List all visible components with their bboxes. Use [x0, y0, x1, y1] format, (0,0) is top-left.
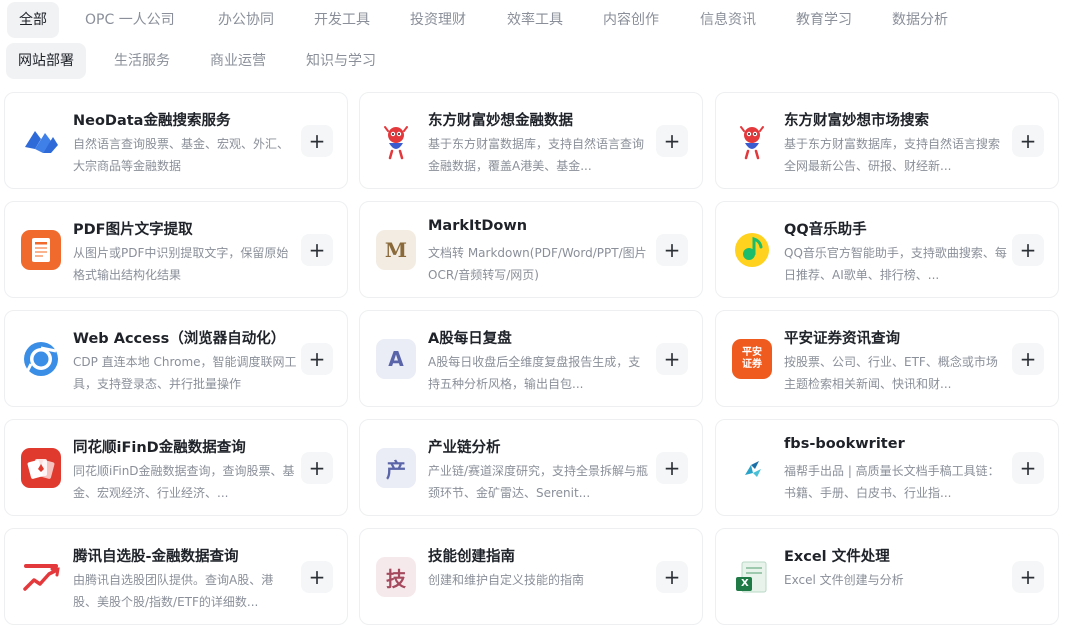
neodata-logo-icon [21, 121, 61, 161]
card-title: 技能创建指南 [428, 549, 515, 565]
tab-life[interactable]: 生活服务 [102, 43, 182, 79]
card-title: Web Access（浏览器自动化） [73, 331, 286, 347]
card-title: 产业链分析 [428, 440, 501, 456]
add-button[interactable]: + [301, 234, 333, 266]
add-button[interactable]: + [656, 561, 688, 593]
card-description: 创建和维护自定义技能的指南 [428, 573, 585, 587]
tencent-stock-logo-icon [21, 557, 61, 597]
card-description: 同花顺iFinD金融数据查询，查询股票、基金、宏观经济、行业经济、... [73, 464, 295, 500]
add-button[interactable]: + [301, 452, 333, 484]
excel-icon: X [732, 557, 772, 597]
fbs-logo-icon [732, 448, 772, 488]
add-button[interactable]: + [656, 452, 688, 484]
ths-logo-icon [21, 448, 61, 488]
card-description: 从图片或PDF中识别提取文字，保留原始格式输出结构化结果 [73, 246, 289, 282]
add-button[interactable]: + [656, 125, 688, 157]
card-title: 同花顺iFinD金融数据查询 [73, 440, 246, 456]
add-button[interactable]: + [656, 343, 688, 375]
tab-knowledge[interactable]: 知识与学习 [294, 43, 388, 79]
eastmoney-mascot-icon [732, 121, 772, 161]
skill-card-eastmoney-search[interactable]: 东方财富妙想市场搜索 基于东方财富数据库，支持自然语言搜索全网最新公告、研报、财… [715, 92, 1059, 189]
skill-card-ifind[interactable]: 同花顺iFinD金融数据查询 同花顺iFinD金融数据查询，查询股票、基金、宏观… [4, 419, 348, 516]
skill-card-tencent-stock[interactable]: 腾讯自选股-金融数据查询 由腾讯自选股团队提供。查询A股、港股、美股个股/指数/… [4, 528, 348, 625]
skill-card-pingan[interactable]: 平安 证券 平安证券资讯查询 按股票、公司、行业、ETF、概念或市场主题检索相关… [715, 310, 1059, 407]
add-button[interactable]: + [1012, 125, 1044, 157]
card-title: 东方财富妙想市场搜索 [784, 113, 929, 129]
card-title: Excel 文件处理 [784, 549, 890, 565]
card-description: 福帮手出品 | 高质量长文档手稿工具链：书籍、手册、白皮书、行业指... [784, 464, 1000, 500]
document-icon [21, 230, 61, 270]
skill-card-excel[interactable]: X Excel 文件处理 Excel 文件创建与分析 + [715, 528, 1059, 625]
card-title: QQ音乐助手 [784, 222, 867, 238]
letter-ji-icon: 技 [376, 557, 416, 597]
skill-card-a-stock-review[interactable]: A A股每日复盘 A股每日收盘后全维度复盘报告生成，支持五种分析风格，输出自包.… [359, 310, 703, 407]
skill-card-markitdown[interactable]: M MarkItDown 文档转 Markdown(PDF/Word/PPT/图… [359, 201, 703, 298]
tab-efficiency[interactable]: 效率工具 [495, 2, 575, 38]
skill-card-industry-chain[interactable]: 产 产业链分析 产业链/赛道深度研究，支持全景拆解与瓶颈环节、金矿雷达、Sere… [359, 419, 703, 516]
tab-office[interactable]: 办公协同 [206, 2, 286, 38]
add-button[interactable]: + [656, 234, 688, 266]
card-title: 东方财富妙想金融数据 [428, 113, 573, 129]
tab-education[interactable]: 教育学习 [784, 2, 864, 38]
skill-card-web-access[interactable]: Web Access（浏览器自动化） CDP 直连本地 Chrome，智能调度联… [4, 310, 348, 407]
icon-letter: 技 [386, 566, 406, 591]
card-title: A股每日复盘 [428, 331, 512, 347]
card-title: 平安证券资讯查询 [784, 331, 900, 347]
qqmusic-logo-icon [732, 230, 772, 270]
card-description: 产业链/赛道深度研究，支持全景拆解与瓶颈环节、金矿雷达、Serenit... [428, 464, 649, 500]
skill-card-eastmoney-data[interactable]: 东方财富妙想金融数据 基于东方财富数据库，支持自然语言查询金融数据，覆盖A港美、… [359, 92, 703, 189]
skill-card-fbs-bookwriter[interactable]: fbs-bookwriter 福帮手出品 | 高质量长文档手稿工具链：书籍、手册… [715, 419, 1059, 516]
add-button[interactable]: + [1012, 452, 1044, 484]
add-button[interactable]: + [1012, 561, 1044, 593]
card-description: 自然语言查询股票、基金、宏观、外汇、大宗商品等金融数据 [73, 137, 290, 173]
skill-card-skill-guide[interactable]: 技 技能创建指南 创建和维护自定义技能的指南 + [359, 528, 703, 625]
card-description: 基于东方财富数据库，支持自然语言搜索全网最新公告、研报、财经新... [784, 137, 1001, 173]
eastmoney-mascot-icon [376, 121, 416, 161]
card-description: A股每日收盘后全维度复盘报告生成，支持五种分析风格，输出自包... [428, 355, 641, 391]
tab-news[interactable]: 信息资讯 [688, 2, 768, 38]
tab-dev-tools[interactable]: 开发工具 [302, 2, 382, 38]
card-description: QQ音乐官方智能助手，支持歌曲搜索、每日推荐、AI歌单、排行榜、... [784, 246, 1007, 282]
add-button[interactable]: + [1012, 343, 1044, 375]
card-description: 基于东方财富数据库，支持自然语言查询金融数据，覆盖A港美、基金... [428, 137, 645, 173]
card-description: Excel 文件创建与分析 [784, 573, 904, 587]
skill-card-qqmusic[interactable]: QQ音乐助手 QQ音乐官方智能助手，支持歌曲搜索、每日推荐、AI歌单、排行榜、.… [715, 201, 1059, 298]
add-button[interactable]: + [301, 125, 333, 157]
chrome-icon [21, 339, 61, 379]
pingan-logo-icon: 平安 证券 [732, 339, 772, 379]
add-button[interactable]: + [301, 561, 333, 593]
letter-a-icon: A [376, 339, 416, 379]
card-title: 腾讯自选股-金融数据查询 [73, 549, 239, 565]
tab-content[interactable]: 内容创作 [591, 2, 671, 38]
tab-deploy[interactable]: 网站部署 [6, 43, 86, 79]
icon-letter: A [388, 347, 404, 371]
logo-text: 平安 [742, 347, 762, 358]
skill-card-neodata[interactable]: NeoData金融搜索服务 自然语言查询股票、基金、宏观、外汇、大宗商品等金融数… [4, 92, 348, 189]
card-description: 由腾讯自选股团队提供。查询A股、港股、美股个股/指数/ETF的详细数... [73, 573, 274, 609]
card-title: PDF图片文字提取 [73, 222, 193, 238]
add-button[interactable]: + [301, 343, 333, 375]
icon-letter: 产 [386, 457, 406, 482]
card-title: fbs-bookwriter [784, 436, 905, 452]
tab-all[interactable]: 全部 [7, 2, 59, 38]
icon-letter: M [384, 238, 408, 262]
tab-opc[interactable]: OPC 一人公司 [73, 2, 187, 38]
add-button[interactable]: + [1012, 234, 1044, 266]
excel-letter: X [741, 578, 749, 589]
card-title: MarkItDown [428, 218, 528, 234]
logo-text: 证券 [742, 359, 762, 370]
card-title: NeoData金融搜索服务 [73, 113, 231, 129]
letter-chan-icon: 产 [376, 448, 416, 488]
tab-data-analysis[interactable]: 数据分析 [880, 2, 960, 38]
tab-investment[interactable]: 投资理财 [398, 2, 478, 38]
letter-m-icon: M [376, 230, 416, 270]
card-description: 按股票、公司、行业、ETF、概念或市场主题检索相关新闻、快讯和财... [784, 355, 998, 391]
tab-business[interactable]: 商业运营 [198, 43, 278, 79]
card-description: CDP 直连本地 Chrome，智能调度联网工具，支持登录态、并行批量操作 [73, 355, 297, 391]
skill-card-pdf-ocr[interactable]: PDF图片文字提取 从图片或PDF中识别提取文字，保留原始格式输出结构化结果 + [4, 201, 348, 298]
card-description: 文档转 Markdown(PDF/Word/PPT/图片OCR/音频转写/网页) [428, 246, 647, 282]
